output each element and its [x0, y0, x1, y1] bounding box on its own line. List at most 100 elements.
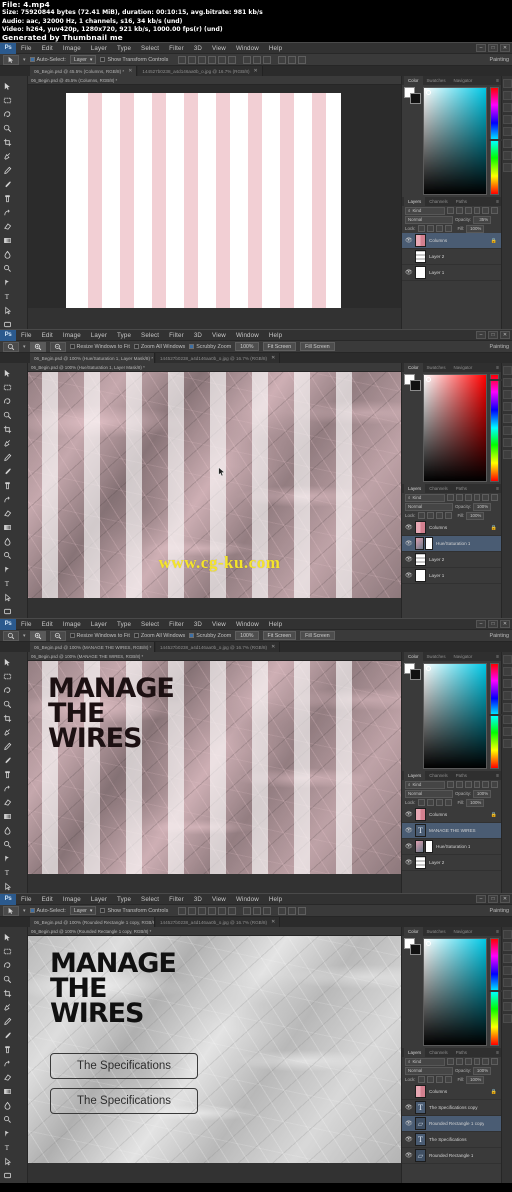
menu-filter[interactable]: Filter — [164, 332, 189, 339]
filter-pixel-icon[interactable] — [447, 1058, 455, 1065]
lock-all-icon[interactable] — [444, 799, 452, 806]
layer-thumbnail[interactable] — [415, 856, 426, 869]
history-panel-icon[interactable] — [502, 366, 512, 375]
layer-kind-filter[interactable]: ⌕ Kind — [405, 493, 446, 502]
document-window[interactable]: 06_Begin.psd @ 100% (MANAGE THE WIRES, R… — [28, 652, 401, 874]
move-tool-icon[interactable] — [0, 79, 14, 93]
zoom-all-windows-checkbox[interactable]: Zoom All Windows — [133, 344, 185, 350]
menu-file[interactable]: File — [16, 45, 37, 52]
window-controls[interactable]: – □ ✕ — [476, 620, 510, 628]
filter-shape-icon[interactable] — [473, 781, 481, 788]
info-panel-icon[interactable] — [502, 438, 512, 447]
pen-tool-icon[interactable] — [0, 562, 14, 576]
color-picker-marker[interactable] — [426, 666, 431, 671]
layer-name[interactable]: The Specifications — [429, 1137, 467, 1142]
auto-select-checkbox-box[interactable] — [29, 908, 35, 913]
panel-tab-channels[interactable]: Channels — [425, 1048, 452, 1057]
minimize-button[interactable]: – — [476, 620, 486, 628]
align-top-icon[interactable] — [208, 55, 217, 64]
hand-tool-icon[interactable] — [0, 1182, 14, 1183]
document-window[interactable]: 06_Begin.psd @ 100% (Rounded Rectangle 1… — [28, 927, 401, 1163]
panel-tab-swatches[interactable]: Swatches — [423, 363, 450, 372]
filter-toggle-icon[interactable] — [491, 494, 498, 501]
properties-panel-icon[interactable] — [502, 1014, 512, 1023]
marquee-tool-icon[interactable] — [0, 380, 14, 394]
info-panel-icon[interactable] — [502, 1002, 512, 1011]
layer-visibility-toggle-icon[interactable]: 👁 — [405, 827, 413, 834]
layer-name[interactable]: Columns — [429, 812, 447, 817]
dodge-tool-icon[interactable] — [0, 837, 14, 851]
align-buttons-group[interactable] — [178, 906, 307, 915]
color-panel-swatches[interactable] — [404, 938, 421, 955]
layer-name[interactable]: Layer 2 — [429, 557, 444, 562]
canvas-area[interactable] — [28, 85, 401, 308]
eyedropper-tool-icon[interactable] — [0, 436, 14, 450]
filter-shape-icon[interactable] — [473, 207, 481, 214]
quick-select-tool-icon[interactable] — [0, 972, 14, 986]
layer-thumbnail[interactable] — [415, 553, 426, 566]
color-panel-swatches[interactable] — [404, 663, 421, 680]
maximize-button[interactable]: □ — [488, 331, 498, 339]
color-panel-tabbar[interactable]: Color Swatches Navigator ≡ — [402, 927, 501, 936]
tool-preset-chevron-icon[interactable]: ▾ — [23, 908, 26, 914]
move-tool-icon[interactable] — [3, 905, 19, 916]
eyedropper-tool-icon[interactable] — [0, 725, 14, 739]
panel-tab-channels[interactable]: Channels — [425, 771, 452, 780]
scrubby-zoom-checkbox[interactable]: Scrubby Zoom — [189, 633, 231, 639]
auto-select-checkbox-box[interactable] — [29, 57, 35, 62]
resize-windows-to-fit-checkbox[interactable]: Resize Windows to Fit — [69, 344, 130, 350]
scrubby-zoom-checkbox[interactable]: Scrubby Zoom — [189, 344, 231, 350]
menu-window[interactable]: Window — [231, 896, 264, 903]
document-tab-2[interactable]: 144527b0238_a4d146aa0b_o.jpg @ 16.7% (RG… — [156, 642, 281, 652]
layer-name[interactable]: Rounded Rectangle 1 copy — [429, 1121, 484, 1126]
filter-type-icon[interactable] — [464, 494, 472, 501]
menu-window[interactable]: Window — [231, 332, 264, 339]
brush-tool-icon[interactable] — [0, 1028, 14, 1042]
show-transform-checkbox-box[interactable] — [100, 57, 106, 62]
distribute-center-v-icon[interactable] — [253, 55, 262, 64]
filter-shape-icon[interactable] — [473, 1058, 481, 1065]
canvas-area[interactable]: MANAGE THE WIRES — [28, 661, 401, 874]
history-brush-tool-icon[interactable] — [0, 1056, 14, 1070]
layer-name[interactable]: Layer 2 — [429, 254, 444, 259]
layer-row[interactable]: 👁 T MANAGE THE WIRES — [402, 823, 501, 839]
document-tab-2[interactable]: 144527b0238_a4d146aa0b_o.jpg @ 16.7% (RG… — [156, 917, 281, 927]
color-panel-tabbar[interactable]: Color Swatches Navigator ≡ — [402, 363, 501, 372]
lock-position-icon[interactable] — [435, 512, 443, 519]
color-panel[interactable] — [402, 85, 502, 197]
menu-edit[interactable]: Edit — [37, 896, 58, 903]
dodge-tool-icon[interactable] — [0, 548, 14, 562]
document-canvas[interactable]: MANAGE THE WIRES — [28, 661, 401, 874]
filter-pixel-icon[interactable] — [447, 207, 455, 214]
color-picker-field[interactable] — [423, 87, 487, 195]
workspace-label[interactable]: Painting — [490, 908, 509, 914]
menu-type[interactable]: Type — [112, 332, 136, 339]
fit-screen-button[interactable]: Fit Screen — [262, 631, 297, 640]
menu-filter[interactable]: Filter — [164, 621, 189, 628]
eraser-tool-icon[interactable] — [0, 506, 14, 520]
layer-visibility-toggle-icon[interactable]: 👁 — [405, 572, 413, 579]
color-panel[interactable] — [402, 372, 502, 484]
align-center-h-icon[interactable] — [188, 55, 197, 64]
window-controls[interactable]: – □ ✕ — [476, 895, 510, 903]
options-bar[interactable]: ▾ Resize Windows to Fit Zoom All Windows… — [0, 630, 512, 642]
layer-visibility-toggle-icon[interactable]: 👁 — [405, 859, 413, 866]
lasso-tool-icon[interactable] — [0, 958, 14, 972]
layer-visibility-toggle-icon[interactable]: 👁 — [405, 556, 413, 563]
fill-field[interactable]: 100% — [466, 224, 485, 233]
blur-tool-icon[interactable] — [0, 247, 14, 261]
eraser-tool-icon[interactable] — [0, 219, 14, 233]
layers-blend-row[interactable]: Normal Opacity: 100% — [402, 502, 501, 511]
scrubby-zoom-checkbox-box[interactable] — [189, 344, 195, 349]
blur-tool-icon[interactable] — [0, 1098, 14, 1112]
menu-select[interactable]: Select — [136, 621, 164, 628]
filter-type-icon[interactable] — [464, 781, 472, 788]
color-picker-field[interactable] — [423, 938, 487, 1046]
brush-tool-icon[interactable] — [0, 753, 14, 767]
close-tab-icon[interactable]: ✕ — [128, 68, 132, 74]
options-bar[interactable]: ▾ Auto-Select: Layer ▾ Show Transform Co… — [0, 905, 512, 917]
menu-select[interactable]: Select — [136, 45, 164, 52]
align-buttons-group[interactable] — [178, 55, 307, 64]
document-tab-2[interactable]: 144527b0238_a4d146aa0b_o.jpg @ 16.7% (RG… — [138, 66, 263, 76]
color-panel-tabbar[interactable]: Color Swatches Navigator ≡ — [402, 76, 501, 85]
